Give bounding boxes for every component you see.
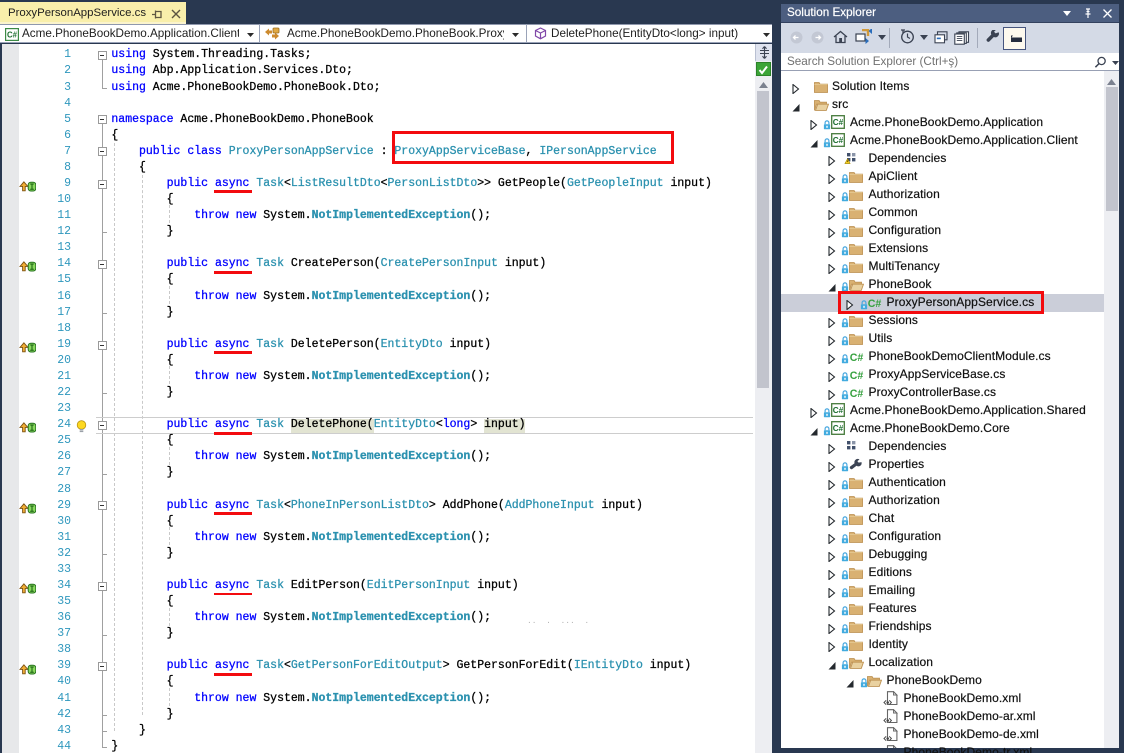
svg-text:C#: C# (832, 136, 843, 145)
svg-text:C#: C# (832, 118, 843, 127)
svg-text:C#: C# (849, 352, 863, 363)
svg-text:C#: C# (849, 388, 863, 399)
svg-text:C#: C# (832, 424, 843, 433)
svg-text:C#: C# (832, 406, 843, 415)
svg-text:C#: C# (7, 31, 18, 40)
svg-text:C#: C# (849, 370, 863, 381)
